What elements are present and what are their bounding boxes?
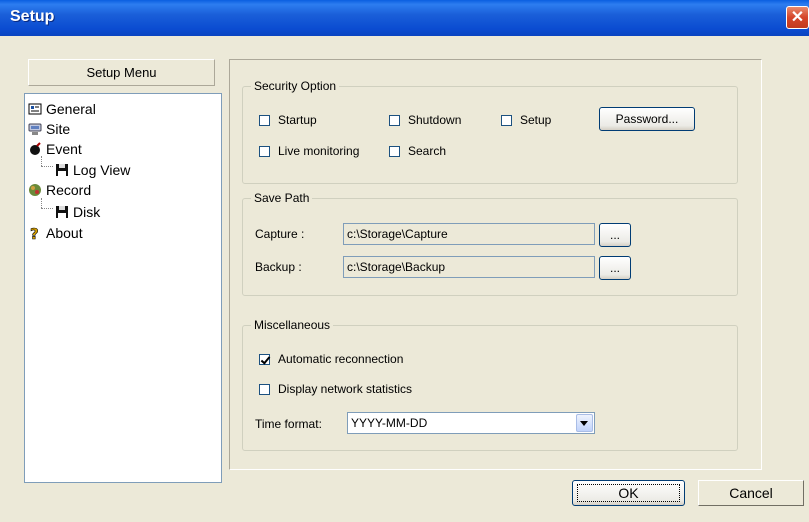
display-network-statistics-checkbox[interactable]: Display network statistics [259,381,412,397]
event-icon [28,141,42,155]
group-title: Security Option [251,79,340,93]
setup-menu-tree[interactable]: General Site Event Log View Record Disk … [24,93,222,483]
chevron-down-icon[interactable] [576,414,593,432]
menu-item-record[interactable]: Record [28,180,91,200]
menu-item-about[interactable]: ? About [28,223,83,244]
setup-menu-header: Setup Menu [28,59,215,86]
checkbox-box[interactable] [259,115,270,126]
capture-path-field[interactable]: c:\Storage\Capture [343,223,595,245]
tree-connector [41,166,53,167]
settings-panel: Security Option Startup Shutdown Setup P… [229,59,762,470]
menu-item-event[interactable]: Event [28,139,82,159]
checkbox-box[interactable] [259,146,270,157]
menu-item-label: Event [46,141,82,157]
general-icon [28,101,42,115]
capture-browse-button[interactable]: ... [599,223,631,247]
window-title: Setup [10,8,55,25]
checkbox-label: Display network statistics [278,382,413,396]
checkbox-label: Search [408,144,447,158]
group-title: Miscellaneous [251,318,334,332]
checkbox-label: Shutdown [408,113,462,127]
backup-browse-button[interactable]: ... [599,256,631,280]
menu-item-label: Record [46,182,92,198]
security-option-group: Security Option Startup Shutdown Setup P… [242,79,738,184]
checkbox-box[interactable] [259,384,270,395]
time-format-value: YYYY-MM-DD [351,416,428,430]
menu-item-general[interactable]: General [28,99,96,119]
setup-checkbox[interactable]: Setup [501,112,551,128]
checkbox-box[interactable] [389,146,400,157]
miscellaneous-group: Miscellaneous Automatic reconnection Dis… [242,318,738,451]
menu-item-label: Disk [73,204,101,220]
close-button[interactable]: ✕ [786,6,809,29]
checkbox-label: Live monitoring [278,144,360,158]
search-checkbox[interactable]: Search [389,143,446,159]
title-bar[interactable]: Setup ✕ [0,0,809,36]
focus-ring [577,484,680,502]
save-path-group: Save Path Capture : c:\Storage\Capture .… [242,191,738,296]
ok-button[interactable]: OK [572,480,685,506]
backup-path-field[interactable]: c:\Storage\Backup [343,256,595,278]
menu-item-log-view[interactable]: Log View [55,160,130,180]
cancel-button[interactable]: Cancel [698,480,804,506]
setup-window: Setup ✕ Setup Menu General Site Event Lo… [0,0,809,522]
menu-item-label: Site [46,121,71,137]
question-icon: ? [28,225,42,244]
floppy-icon [55,204,69,218]
menu-item-label: About [46,225,83,241]
close-icon: ✕ [790,9,805,26]
checkbox-label: Setup [520,113,552,127]
checkbox-box[interactable] [259,354,270,365]
shutdown-checkbox[interactable]: Shutdown [389,112,461,128]
tree-connector [41,208,53,209]
checkbox-box[interactable] [389,115,400,126]
menu-item-label: General [46,101,96,117]
startup-checkbox[interactable]: Startup [259,112,317,128]
checkbox-box[interactable] [501,115,512,126]
svg-text:?: ? [30,226,39,240]
menu-item-disk[interactable]: Disk [55,202,100,222]
backup-label: Backup : [255,260,302,274]
time-format-select[interactable]: YYYY-MM-DD [347,412,595,434]
automatic-reconnection-checkbox[interactable]: Automatic reconnection [259,351,403,367]
live-monitoring-checkbox[interactable]: Live monitoring [259,143,359,159]
capture-label: Capture : [255,227,305,241]
checkbox-label: Startup [278,113,317,127]
menu-item-site[interactable]: Site [28,119,70,139]
site-icon [28,121,42,135]
record-icon [28,182,42,196]
password-button[interactable]: Password... [599,107,695,131]
floppy-icon [55,162,69,176]
group-title: Save Path [251,191,313,205]
checkbox-label: Automatic reconnection [278,352,404,366]
menu-item-label: Log View [73,162,131,178]
time-format-label: Time format: [255,417,322,431]
